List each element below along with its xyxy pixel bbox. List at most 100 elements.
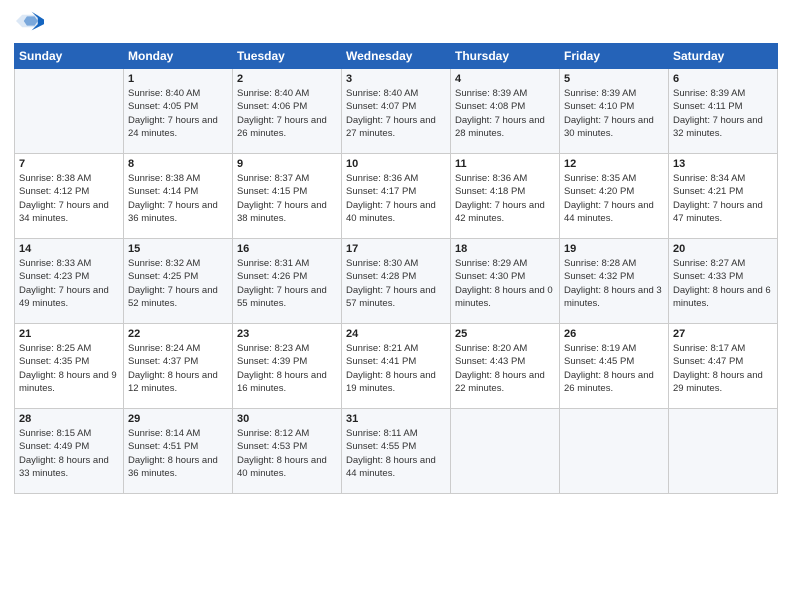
cell-info: Sunrise: 8:31 AMSunset: 4:26 PMDaylight:…: [237, 257, 337, 310]
cell-info: Sunrise: 8:40 AMSunset: 4:07 PMDaylight:…: [346, 87, 446, 140]
day-number: 1: [128, 73, 228, 85]
cell-info: Sunrise: 8:37 AMSunset: 4:15 PMDaylight:…: [237, 172, 337, 225]
cell-info: Sunrise: 8:23 AMSunset: 4:39 PMDaylight:…: [237, 342, 337, 395]
logo-icon: [16, 10, 44, 32]
day-number: 10: [346, 158, 446, 170]
page-header: [14, 10, 778, 37]
day-number: 4: [455, 73, 555, 85]
cell-info: Sunrise: 8:19 AMSunset: 4:45 PMDaylight:…: [564, 342, 664, 395]
week-row-3: 14 Sunrise: 8:33 AMSunset: 4:23 PMDayligh…: [15, 239, 778, 324]
day-number: 20: [673, 243, 773, 255]
cell-info: Sunrise: 8:30 AMSunset: 4:28 PMDaylight:…: [346, 257, 446, 310]
calendar-cell: 28 Sunrise: 8:15 AMSunset: 4:49 PMDayligh…: [15, 409, 124, 494]
calendar-cell: 10 Sunrise: 8:36 AMSunset: 4:17 PMDayligh…: [342, 154, 451, 239]
day-number: 25: [455, 328, 555, 340]
cell-info: Sunrise: 8:40 AMSunset: 4:05 PMDaylight:…: [128, 87, 228, 140]
calendar-cell: 3 Sunrise: 8:40 AMSunset: 4:07 PMDaylight…: [342, 69, 451, 154]
day-number: 7: [19, 158, 119, 170]
cell-info: Sunrise: 8:32 AMSunset: 4:25 PMDaylight:…: [128, 257, 228, 310]
cell-info: Sunrise: 8:34 AMSunset: 4:21 PMDaylight:…: [673, 172, 773, 225]
day-number: 22: [128, 328, 228, 340]
cell-info: Sunrise: 8:28 AMSunset: 4:32 PMDaylight:…: [564, 257, 664, 310]
day-number: 13: [673, 158, 773, 170]
day-number: 16: [237, 243, 337, 255]
day-number: 3: [346, 73, 446, 85]
calendar-cell: 1 Sunrise: 8:40 AMSunset: 4:05 PMDaylight…: [124, 69, 233, 154]
week-row-5: 28 Sunrise: 8:15 AMSunset: 4:49 PMDayligh…: [15, 409, 778, 494]
calendar-cell: 11 Sunrise: 8:36 AMSunset: 4:18 PMDayligh…: [451, 154, 560, 239]
cell-info: Sunrise: 8:15 AMSunset: 4:49 PMDaylight:…: [19, 427, 119, 480]
day-number: 30: [237, 413, 337, 425]
header-monday: Monday: [124, 44, 233, 69]
calendar-cell: 9 Sunrise: 8:37 AMSunset: 4:15 PMDaylight…: [233, 154, 342, 239]
calendar-cell: 12 Sunrise: 8:35 AMSunset: 4:20 PMDayligh…: [560, 154, 669, 239]
day-number: 23: [237, 328, 337, 340]
day-number: 18: [455, 243, 555, 255]
cell-info: Sunrise: 8:17 AMSunset: 4:47 PMDaylight:…: [673, 342, 773, 395]
day-number: 15: [128, 243, 228, 255]
calendar-cell: [669, 409, 778, 494]
day-number: 26: [564, 328, 664, 340]
header-sunday: Sunday: [15, 44, 124, 69]
day-number: 2: [237, 73, 337, 85]
header-friday: Friday: [560, 44, 669, 69]
day-number: 29: [128, 413, 228, 425]
day-number: 17: [346, 243, 446, 255]
day-number: 14: [19, 243, 119, 255]
calendar-cell: 8 Sunrise: 8:38 AMSunset: 4:14 PMDaylight…: [124, 154, 233, 239]
calendar-cell: 29 Sunrise: 8:14 AMSunset: 4:51 PMDayligh…: [124, 409, 233, 494]
calendar-cell: 27 Sunrise: 8:17 AMSunset: 4:47 PMDayligh…: [669, 324, 778, 409]
calendar-cell: 21Sunrise: 8:25 AMSunset: 4:35 PMDayligh…: [15, 324, 124, 409]
cell-info: Sunrise: 8:36 AMSunset: 4:17 PMDaylight:…: [346, 172, 446, 225]
day-number: 5: [564, 73, 664, 85]
day-number: 28: [19, 413, 119, 425]
day-number: 31: [346, 413, 446, 425]
calendar-cell: 18Sunrise: 8:29 AMSunset: 4:30 PMDayligh…: [451, 239, 560, 324]
cell-info: Sunrise: 8:35 AMSunset: 4:20 PMDaylight:…: [564, 172, 664, 225]
header-wednesday: Wednesday: [342, 44, 451, 69]
calendar-cell: 4 Sunrise: 8:39 AMSunset: 4:08 PMDaylight…: [451, 69, 560, 154]
week-row-2: 7Sunrise: 8:38 AMSunset: 4:12 PMDaylight…: [15, 154, 778, 239]
cell-info: Sunrise: 8:38 AMSunset: 4:14 PMDaylight:…: [128, 172, 228, 225]
cell-info: Sunrise: 8:24 AMSunset: 4:37 PMDaylight:…: [128, 342, 228, 395]
calendar-cell: 15 Sunrise: 8:32 AMSunset: 4:25 PMDayligh…: [124, 239, 233, 324]
cell-info: Sunrise: 8:36 AMSunset: 4:18 PMDaylight:…: [455, 172, 555, 225]
cell-info: Sunrise: 8:14 AMSunset: 4:51 PMDaylight:…: [128, 427, 228, 480]
cell-info: Sunrise: 8:12 AMSunset: 4:53 PMDaylight:…: [237, 427, 337, 480]
calendar-cell: 31 Sunrise: 8:11 AMSunset: 4:55 PMDayligh…: [342, 409, 451, 494]
day-number: 9: [237, 158, 337, 170]
day-number: 12: [564, 158, 664, 170]
calendar-cell: 7Sunrise: 8:38 AMSunset: 4:12 PMDaylight…: [15, 154, 124, 239]
header-tuesday: Tuesday: [233, 44, 342, 69]
calendar-cell: 19Sunrise: 8:28 AMSunset: 4:32 PMDayligh…: [560, 239, 669, 324]
calendar-cell: [560, 409, 669, 494]
header-thursday: Thursday: [451, 44, 560, 69]
calendar-cell: 17 Sunrise: 8:30 AMSunset: 4:28 PMDayligh…: [342, 239, 451, 324]
header-saturday: Saturday: [669, 44, 778, 69]
calendar-cell: 23 Sunrise: 8:23 AMSunset: 4:39 PMDayligh…: [233, 324, 342, 409]
calendar-cell: 2 Sunrise: 8:40 AMSunset: 4:06 PMDaylight…: [233, 69, 342, 154]
calendar-cell: 25 Sunrise: 8:20 AMSunset: 4:43 PMDayligh…: [451, 324, 560, 409]
cell-info: Sunrise: 8:11 AMSunset: 4:55 PMDaylight:…: [346, 427, 446, 480]
calendar-cell: 16 Sunrise: 8:31 AMSunset: 4:26 PMDayligh…: [233, 239, 342, 324]
day-number: 8: [128, 158, 228, 170]
calendar-cell: 26 Sunrise: 8:19 AMSunset: 4:45 PMDayligh…: [560, 324, 669, 409]
day-number: 6: [673, 73, 773, 85]
calendar-cell: 14 Sunrise: 8:33 AMSunset: 4:23 PMDayligh…: [15, 239, 124, 324]
logo: [14, 10, 44, 37]
day-number: 27: [673, 328, 773, 340]
calendar-cell: [15, 69, 124, 154]
day-number: 11: [455, 158, 555, 170]
week-row-1: 1 Sunrise: 8:40 AMSunset: 4:05 PMDaylight…: [15, 69, 778, 154]
day-number: 24: [346, 328, 446, 340]
cell-info: Sunrise: 8:20 AMSunset: 4:43 PMDaylight:…: [455, 342, 555, 395]
cell-info: Sunrise: 8:39 AMSunset: 4:08 PMDaylight:…: [455, 87, 555, 140]
calendar-cell: 30 Sunrise: 8:12 AMSunset: 4:53 PMDayligh…: [233, 409, 342, 494]
calendar-cell: 20 Sunrise: 8:27 AMSunset: 4:33 PMDayligh…: [669, 239, 778, 324]
cell-info: Sunrise: 8:39 AMSunset: 4:10 PMDaylight:…: [564, 87, 664, 140]
calendar-table: SundayMondayTuesdayWednesdayThursdayFrid…: [14, 43, 778, 494]
cell-info: Sunrise: 8:27 AMSunset: 4:33 PMDaylight:…: [673, 257, 773, 310]
cell-info: Sunrise: 8:33 AMSunset: 4:23 PMDaylight:…: [19, 257, 119, 310]
calendar-cell: 13 Sunrise: 8:34 AMSunset: 4:21 PMDayligh…: [669, 154, 778, 239]
cell-info: Sunrise: 8:40 AMSunset: 4:06 PMDaylight:…: [237, 87, 337, 140]
